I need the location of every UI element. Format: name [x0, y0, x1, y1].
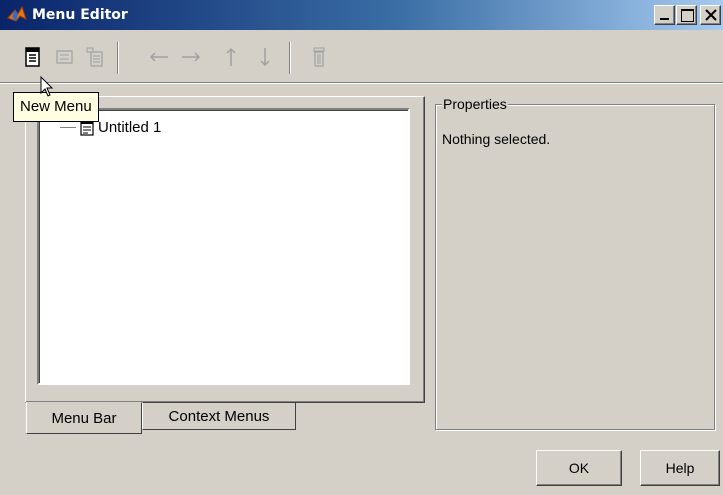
move-left-button[interactable]: [146, 43, 172, 71]
ok-button-label: OK: [568, 460, 590, 476]
new-context-menu-icon: [86, 47, 103, 67]
move-up-button[interactable]: [218, 43, 244, 71]
tooltip: New Menu: [13, 92, 99, 122]
close-icon: [705, 9, 717, 21]
move-down-arrow-icon: [260, 48, 270, 67]
toolbar: [0, 30, 723, 82]
properties-group: Properties Nothing selected.: [435, 96, 715, 430]
tab-label: Context Menus: [168, 407, 270, 425]
new-menu-item-button[interactable]: [52, 43, 78, 71]
new-menu-item-icon: [56, 50, 73, 64]
mouse-cursor-icon: [40, 76, 54, 97]
ok-button[interactable]: OK: [536, 450, 622, 486]
title-bar[interactable]: Menu Editor: [0, 0, 723, 30]
maximize-button[interactable]: [676, 5, 697, 25]
menu-editor-window: Menu Editor Untitled 1 Menu Bar Context …: [0, 0, 723, 495]
new-menu-icon: [25, 47, 40, 67]
move-right-arrow-icon: [182, 52, 201, 62]
delete-icon: [313, 47, 325, 67]
tree-item-label: Untitled 1: [98, 119, 162, 136]
delete-button[interactable]: [306, 43, 332, 71]
properties-status: Nothing selected.: [442, 131, 551, 147]
properties-title: Properties: [442, 96, 508, 112]
new-menu-button[interactable]: [20, 43, 46, 71]
move-right-button[interactable]: [178, 43, 204, 71]
menu-tree[interactable]: Untitled 1: [37, 108, 410, 385]
tree-connector: [60, 127, 76, 128]
tab-menu-bar[interactable]: Menu Bar: [26, 402, 142, 434]
help-button-label: Help: [665, 460, 695, 476]
matlab-icon: [6, 4, 28, 26]
tab-label: Menu Bar: [51, 409, 117, 427]
tab-context-menus[interactable]: Context Menus: [142, 402, 296, 430]
menu-tree-panel: Untitled 1: [25, 96, 425, 403]
move-down-button[interactable]: [252, 43, 278, 71]
toolbar-divider: [0, 82, 723, 84]
close-button[interactable]: [700, 5, 721, 25]
move-up-arrow-icon: [226, 47, 236, 66]
new-context-menu-button[interactable]: [82, 43, 108, 71]
window-title: Menu Editor: [32, 7, 128, 23]
help-button[interactable]: Help: [640, 450, 720, 486]
minimize-button[interactable]: [654, 5, 675, 25]
move-left-arrow-icon: [149, 52, 168, 62]
